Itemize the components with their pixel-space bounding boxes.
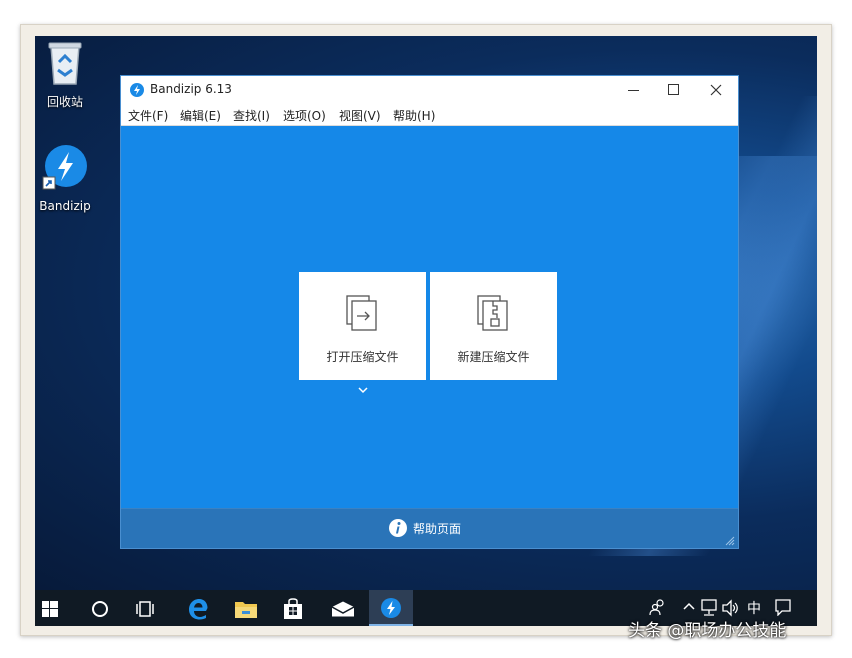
help-page-label: 帮助页面 <box>413 520 461 537</box>
open-archive-icon <box>345 294 379 332</box>
menu-view[interactable]: 视图(V) <box>339 107 381 124</box>
edge-taskbar-button[interactable] <box>175 590 219 626</box>
ime-indicator[interactable]: 中 <box>747 598 761 618</box>
new-archive-icon <box>476 294 510 332</box>
maximize-button[interactable] <box>654 76 694 104</box>
network-icon[interactable] <box>700 599 718 617</box>
watermark: 头条 @职场办公技能 <box>628 616 786 641</box>
minimize-icon <box>628 90 639 91</box>
menu-bar: 文件(F) 编辑(E) 查找(I) 选项(O) 视图(V) 帮助(H) <box>121 104 738 126</box>
search-button[interactable] <box>79 590 123 626</box>
help-bar: 帮助页面 <box>121 508 738 548</box>
new-archive-label: 新建压缩文件 <box>430 348 557 365</box>
desktop-icon-label: 回收站 <box>35 93 100 110</box>
desktop-icon-bandizip[interactable]: Bandizip <box>35 144 100 213</box>
bandizip-window: Bandizip 6.13 文件(F) 编辑(E) 查找(I) 选项(O) 视图… <box>120 75 739 549</box>
store-taskbar-button[interactable] <box>271 590 315 626</box>
file-explorer-taskbar-button[interactable] <box>223 590 267 626</box>
menu-edit[interactable]: 编辑(E) <box>180 107 221 124</box>
mail-taskbar-button[interactable] <box>321 590 365 626</box>
open-archive-tile[interactable]: 打开压缩文件 <box>299 272 426 380</box>
start-button[interactable] <box>35 590 79 626</box>
desktop-icon-recycle-bin[interactable]: 回收站 <box>35 40 100 110</box>
close-button[interactable] <box>694 76 738 104</box>
bandizip-icon <box>42 144 88 192</box>
people-icon[interactable] <box>649 598 667 616</box>
mail-icon <box>331 601 355 617</box>
task-view-icon <box>135 601 155 617</box>
resize-grip-icon[interactable] <box>725 536 735 546</box>
recycle-bin-icon <box>45 40 85 86</box>
desktop-icon-label: Bandizip <box>35 199 100 213</box>
menu-find[interactable]: 查找(I) <box>233 107 270 124</box>
bandizip-icon <box>381 598 401 618</box>
task-view-button[interactable] <box>123 590 167 626</box>
menu-help[interactable]: 帮助(H) <box>393 107 435 124</box>
windows-logo-icon <box>42 601 58 617</box>
menu-options[interactable]: 选项(O) <box>283 107 326 124</box>
minimize-button[interactable] <box>614 76 654 104</box>
window-title: Bandizip 6.13 <box>150 82 232 96</box>
chevron-down-icon[interactable] <box>358 386 368 394</box>
maximize-icon <box>668 84 679 95</box>
store-icon <box>283 598 303 620</box>
info-icon <box>389 519 407 537</box>
new-archive-tile[interactable]: 新建压缩文件 <box>430 272 557 380</box>
bandizip-app-icon <box>130 83 144 97</box>
open-archive-label: 打开压缩文件 <box>299 348 426 365</box>
menu-file[interactable]: 文件(F) <box>128 107 168 124</box>
title-bar[interactable]: Bandizip 6.13 <box>121 76 738 104</box>
edge-icon <box>187 598 209 620</box>
help-page-link[interactable]: 帮助页面 <box>389 519 461 537</box>
cortana-circle-icon <box>91 600 109 618</box>
close-icon <box>710 84 722 96</box>
action-center-icon[interactable] <box>774 598 792 616</box>
bandizip-taskbar-button[interactable] <box>369 590 413 626</box>
volume-icon[interactable] <box>722 599 740 617</box>
chevron-up-icon[interactable] <box>683 602 695 610</box>
folder-icon <box>234 599 258 619</box>
